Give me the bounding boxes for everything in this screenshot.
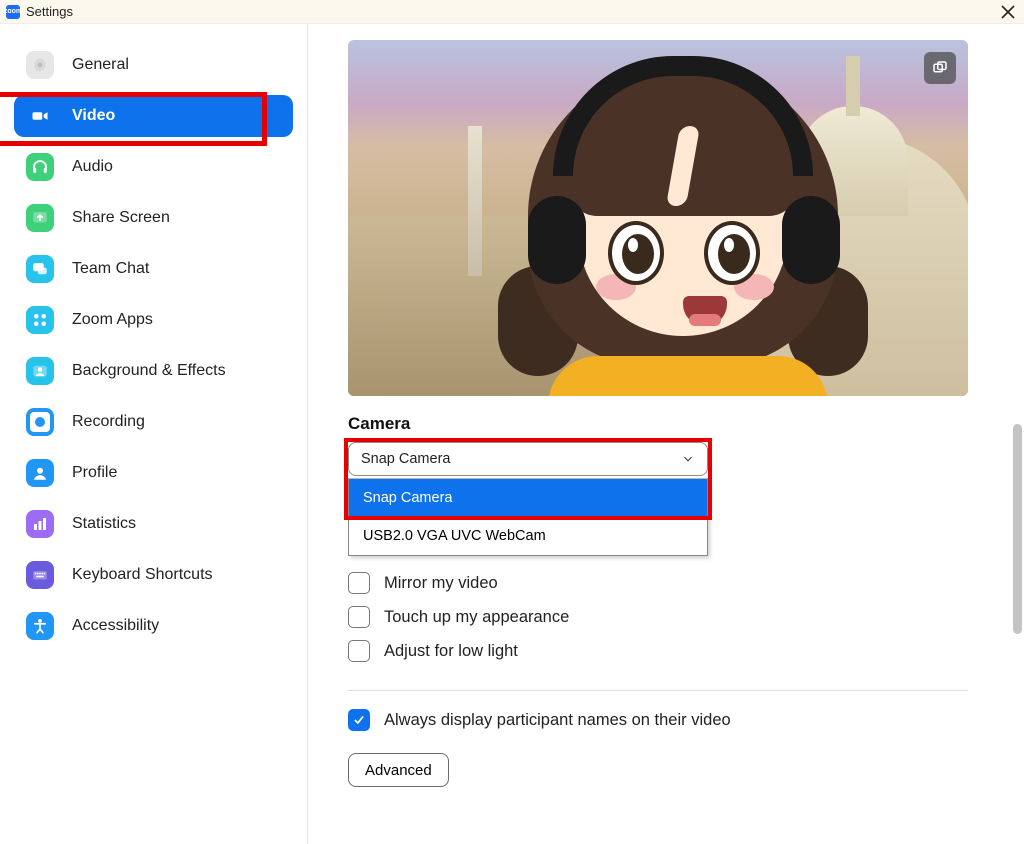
sidebar-item-label: Statistics [72, 515, 136, 533]
avatar-image [508, 56, 858, 396]
sidebar-item-label: Audio [72, 158, 113, 176]
camera-option[interactable]: USB2.0 VGA UVC WebCam [349, 517, 707, 555]
settings-content: Camera Snap Camera Snap Camera USB2.0 VG… [308, 24, 1024, 844]
video-preview [348, 40, 968, 396]
low-light-label: Adjust for low light [384, 642, 518, 661]
apps-icon [26, 306, 54, 334]
statistics-icon [26, 510, 54, 538]
accessibility-icon [26, 612, 54, 640]
settings-sidebar: General Video Audio Share Screen Team Ch [0, 24, 308, 844]
keyboard-icon [26, 561, 54, 589]
gear-icon [26, 51, 54, 79]
background-icon [26, 357, 54, 385]
video-camera-icon [26, 102, 54, 130]
always-names-checkbox[interactable] [348, 709, 370, 731]
chat-icon [26, 255, 54, 283]
sidebar-item-label: Background & Effects [72, 362, 226, 380]
close-icon [1001, 5, 1015, 19]
touch-up-row: Touch up my appearance [348, 606, 984, 628]
camera-select-value: Snap Camera [361, 451, 450, 467]
headphones-icon [26, 153, 54, 181]
sidebar-item-label: Team Chat [72, 260, 149, 278]
sidebar-item-accessibility[interactable]: Accessibility [14, 605, 293, 647]
sidebar-item-label: Zoom Apps [72, 311, 153, 329]
sidebar-item-zoom-apps[interactable]: Zoom Apps [14, 299, 293, 341]
sidebar-item-label: Video [72, 107, 115, 125]
camera-section-label: Camera [348, 414, 984, 434]
sidebar-item-team-chat[interactable]: Team Chat [14, 248, 293, 290]
record-icon [26, 408, 54, 436]
sidebar-item-label: Accessibility [72, 617, 159, 635]
rotate-icon [931, 59, 949, 77]
mirror-video-row: Mirror my video [348, 572, 984, 594]
sidebar-item-audio[interactable]: Audio [14, 146, 293, 188]
low-light-checkbox[interactable] [348, 640, 370, 662]
always-names-label: Always display participant names on thei… [384, 711, 731, 730]
sidebar-item-label: Keyboard Shortcuts [72, 566, 213, 584]
touch-up-checkbox[interactable] [348, 606, 370, 628]
sidebar-item-keyboard-shortcuts[interactable]: Keyboard Shortcuts [14, 554, 293, 596]
sidebar-item-label: General [72, 56, 129, 74]
window-title: Settings [26, 4, 73, 19]
sidebar-item-general[interactable]: General [14, 44, 293, 86]
chevron-down-icon [681, 452, 695, 466]
camera-option[interactable]: Snap Camera [349, 479, 707, 517]
sidebar-item-label: Recording [72, 413, 145, 431]
app-icon: zoom [6, 5, 20, 19]
advanced-button[interactable]: Advanced [348, 753, 449, 787]
sidebar-item-background-effects[interactable]: Background & Effects [14, 350, 293, 392]
always-names-row: Always display participant names on thei… [348, 709, 984, 731]
camera-dropdown: Snap Camera USB2.0 VGA UVC WebCam [348, 478, 708, 556]
profile-icon [26, 459, 54, 487]
sidebar-item-label: Profile [72, 464, 117, 482]
touch-up-label: Touch up my appearance [384, 608, 569, 627]
title-bar: zoom Settings [0, 0, 1024, 24]
sidebar-item-label: Share Screen [72, 209, 170, 227]
camera-select[interactable]: Snap Camera [348, 442, 708, 476]
mirror-video-label: Mirror my video [384, 574, 498, 593]
sidebar-item-profile[interactable]: Profile [14, 452, 293, 494]
sidebar-item-share-screen[interactable]: Share Screen [14, 197, 293, 239]
close-button[interactable] [998, 2, 1018, 22]
divider [348, 690, 968, 691]
sidebar-item-recording[interactable]: Recording [14, 401, 293, 443]
low-light-row: Adjust for low light [348, 640, 984, 662]
sidebar-item-statistics[interactable]: Statistics [14, 503, 293, 545]
mirror-video-checkbox[interactable] [348, 572, 370, 594]
sidebar-item-video[interactable]: Video [14, 95, 293, 137]
rotate-camera-button[interactable] [924, 52, 956, 84]
scrollbar-thumb[interactable] [1013, 424, 1022, 634]
share-screen-icon [26, 204, 54, 232]
